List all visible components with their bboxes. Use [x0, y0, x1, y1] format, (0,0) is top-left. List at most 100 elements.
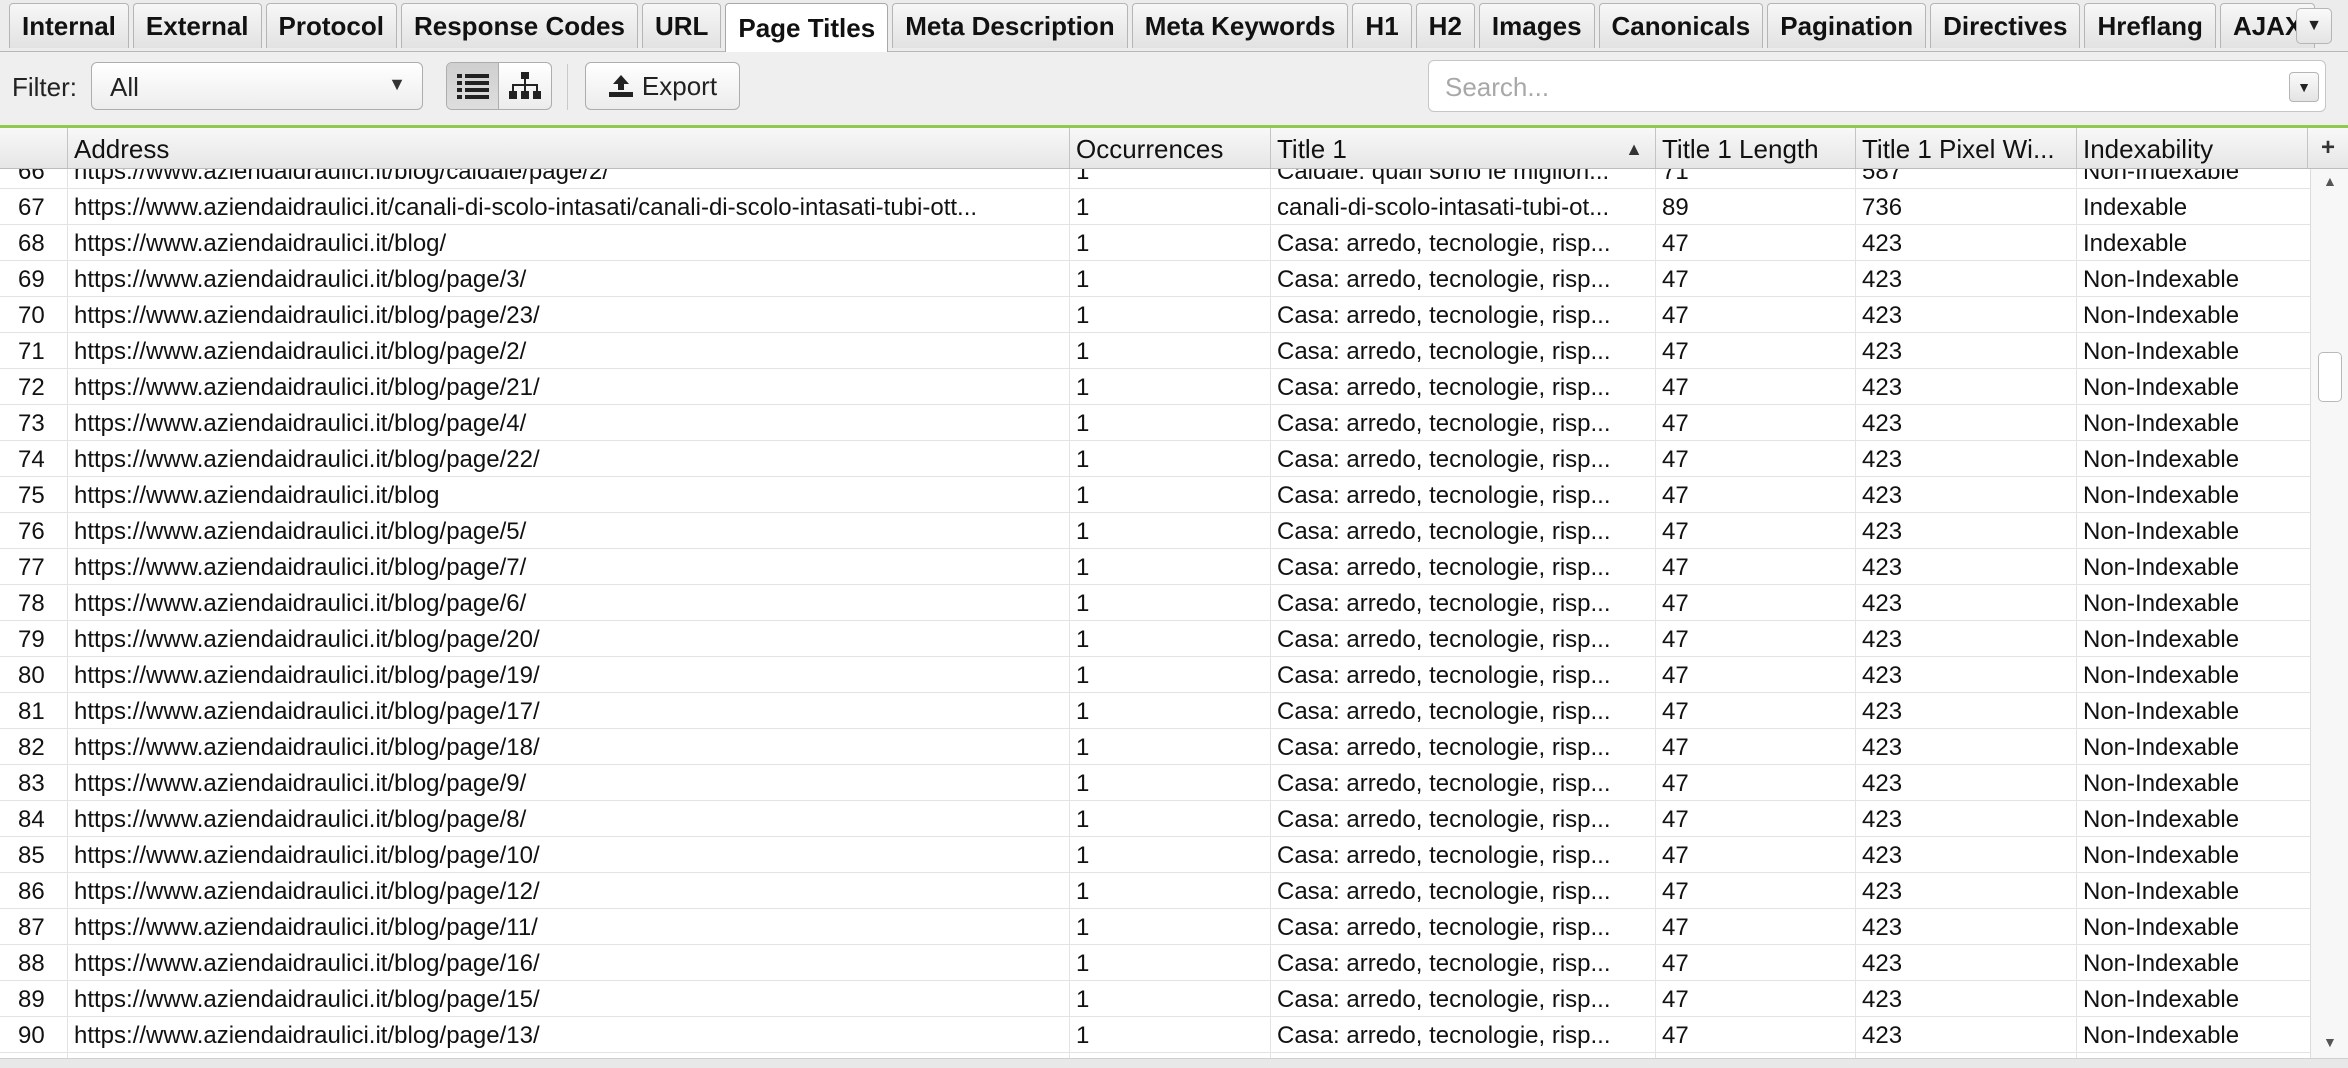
- table-row[interactable]: 87 https://www.aziendaidraulici.it/blog/p…: [0, 909, 2310, 945]
- title-1-length-cell: 47: [1656, 693, 1856, 729]
- address-cell: https://www.aziendaidraulici.it/blog/pag…: [68, 837, 1070, 873]
- indexability-cell: Non-Indexable: [2083, 518, 2240, 545]
- table-row[interactable]: 69 https://www.aziendaidraulici.it/blog/p…: [0, 261, 2310, 297]
- tab-pagination[interactable]: Pagination: [1767, 3, 1927, 48]
- search-input[interactable]: [1443, 69, 2267, 105]
- table-row[interactable]: 66 https://www.aziendaidraulici.it/blog/c…: [0, 169, 2310, 189]
- indexability-cell: Non-Indexable: [2083, 446, 2240, 473]
- table-row[interactable]: 77 https://www.aziendaidraulici.it/blog/p…: [0, 549, 2310, 585]
- table-row[interactable]: 88 https://www.aziendaidraulici.it/blog/p…: [0, 945, 2310, 981]
- search-box: ▼: [1428, 60, 2326, 112]
- column-header-occurrences[interactable]: Occurrences: [1070, 128, 1271, 168]
- indexability-cell: Non-Indexable: [2083, 842, 2240, 869]
- list-view-button[interactable]: [447, 63, 500, 109]
- table-row[interactable]: 85 https://www.aziendaidraulici.it/blog/p…: [0, 837, 2310, 873]
- table-row[interactable]: 84 https://www.aziendaidraulici.it/blog/p…: [0, 801, 2310, 837]
- table-row[interactable]: 74 https://www.aziendaidraulici.it/blog/p…: [0, 441, 2310, 477]
- scroll-up-icon[interactable]: ▲: [2323, 173, 2337, 189]
- column-header-row-number[interactable]: [0, 128, 68, 168]
- table-row[interactable]: 83 https://www.aziendaidraulici.it/blog/p…: [0, 765, 2310, 801]
- tab-external[interactable]: External: [132, 3, 262, 48]
- tab-meta-keywords[interactable]: Meta Keywords: [1131, 3, 1349, 48]
- indexability-cell: Non-Indexable: [2083, 410, 2240, 437]
- address-cell: https://www.aziendaidraulici.it/blog/pag…: [68, 765, 1070, 801]
- search-options-dropdown[interactable]: ▼: [2289, 72, 2319, 102]
- add-column-button[interactable]: +: [2308, 128, 2348, 168]
- row-number-cell: 89: [0, 981, 68, 1017]
- column-header-title-1-length[interactable]: Title 1 Length: [1656, 128, 1856, 168]
- address-cell: https://www.aziendaidraulici.it/blog/pag…: [68, 621, 1070, 657]
- table-row[interactable]: 81 https://www.aziendaidraulici.it/blog/p…: [0, 693, 2310, 729]
- scroll-down-icon[interactable]: ▼: [2323, 1034, 2337, 1050]
- title-1-cell: Casa: arredo, tecnologie, risp...: [1271, 621, 1656, 657]
- export-button[interactable]: Export: [585, 62, 740, 110]
- tab-internal[interactable]: Internal: [9, 3, 129, 48]
- tab-canonicals[interactable]: Canonicals: [1598, 3, 1764, 48]
- title-1-pixel-width-cell: 423: [1856, 333, 2077, 369]
- table-row[interactable]: 76 https://www.aziendaidraulici.it/blog/p…: [0, 513, 2310, 549]
- address-cell: https://www.aziendaidraulici.it/blog/pag…: [68, 657, 1070, 693]
- column-header-title-1[interactable]: Title 1 ▲: [1271, 128, 1656, 168]
- chevron-down-icon: ▼: [388, 74, 406, 94]
- table-row[interactable]: 71 https://www.aziendaidraulici.it/blog/p…: [0, 333, 2310, 369]
- row-number-cell: 74: [0, 441, 68, 477]
- tab-protocol[interactable]: Protocol: [265, 3, 397, 48]
- vertical-scrollbar[interactable]: ▲ ▼: [2310, 169, 2348, 1058]
- tab-overflow-button[interactable]: ▼: [2296, 8, 2332, 44]
- tab-meta-description[interactable]: Meta Description: [892, 3, 1128, 48]
- occurrences-cell: 1: [1070, 657, 1271, 693]
- table-row[interactable]: 90 https://www.aziendaidraulici.it/blog/p…: [0, 1017, 2310, 1053]
- scrollbar-thumb[interactable]: [2318, 352, 2342, 402]
- tab-directives[interactable]: Directives: [1930, 3, 2081, 48]
- column-header-title-1-pixel-width[interactable]: Title 1 Pixel Wi...: [1856, 128, 2077, 168]
- indexability-cell: Non-Indexable: [2083, 554, 2240, 581]
- title-1-length-cell: 47: [1656, 261, 1856, 297]
- table-row[interactable]: 79 https://www.aziendaidraulici.it/blog/p…: [0, 621, 2310, 657]
- table-row[interactable]: 73 https://www.aziendaidraulici.it/blog/p…: [0, 405, 2310, 441]
- tab-response-codes[interactable]: Response Codes: [400, 3, 638, 48]
- row-number-cell: 77: [0, 549, 68, 585]
- title-1-pixel-width-cell: 423: [1856, 405, 2077, 441]
- title-1-length-cell: 47: [1656, 333, 1856, 369]
- table-row[interactable]: 75 https://www.aziendaidraulici.it/blog 1 C…: [0, 477, 2310, 513]
- title-1-cell: canali-di-scolo-intasati-tubi-ot...: [1271, 189, 1656, 225]
- filter-select[interactable]: All ▼: [91, 62, 423, 110]
- title-1-cell: Casa: arredo, tecnologie, risp...: [1271, 657, 1656, 693]
- tab-images[interactable]: Images: [1478, 3, 1595, 48]
- table-row[interactable]: 78 https://www.aziendaidraulici.it/blog/p…: [0, 585, 2310, 621]
- tab-hreflang[interactable]: Hreflang: [2084, 3, 2216, 48]
- indexability-cell: Indexable: [2083, 230, 2188, 257]
- occurrences-cell: 1: [1070, 169, 1271, 189]
- indexability-cell: Non-Indexable: [2083, 338, 2240, 365]
- tab-url[interactable]: URL: [641, 3, 722, 48]
- table-row[interactable]: 70 https://www.aziendaidraulici.it/blog/p…: [0, 297, 2310, 333]
- occurrences-cell: 1: [1070, 333, 1271, 369]
- toolbar-divider: [567, 64, 568, 110]
- indexability-cell: Non-Indexable: [2083, 734, 2240, 761]
- title-1-pixel-width-cell: 423: [1856, 297, 2077, 333]
- tree-view-button[interactable]: [499, 63, 551, 109]
- table-row[interactable]: 82 https://www.aziendaidraulici.it/blog/p…: [0, 729, 2310, 765]
- row-number-cell: 70: [0, 297, 68, 333]
- column-header-address[interactable]: Address: [68, 128, 1070, 168]
- title-1-cell: Casa: arredo, tecnologie, risp...: [1271, 1017, 1656, 1053]
- tab-h1[interactable]: H1: [1352, 3, 1412, 48]
- table-row[interactable]: 86 https://www.aziendaidraulici.it/blog/p…: [0, 873, 2310, 909]
- tab-page-titles[interactable]: Page Titles: [725, 3, 889, 52]
- title-1-cell: Casa: arredo, tecnologie, risp...: [1271, 729, 1656, 765]
- table-row[interactable]: 89 https://www.aziendaidraulici.it/blog/p…: [0, 981, 2310, 1017]
- row-number-cell: 83: [0, 765, 68, 801]
- occurrences-cell: 1: [1070, 297, 1271, 333]
- title-1-cell: Casa: arredo, tecnologie, risp...: [1271, 225, 1656, 261]
- tab-h2[interactable]: H2: [1415, 3, 1475, 48]
- title-1-length-cell: 47: [1656, 729, 1856, 765]
- table-row[interactable]: 80 https://www.aziendaidraulici.it/blog/p…: [0, 657, 2310, 693]
- table-row[interactable]: 68 https://www.aziendaidraulici.it/blog/1…: [0, 225, 2310, 261]
- title-1-cell: Casa: arredo, tecnologie, risp...: [1271, 477, 1656, 513]
- table-row[interactable]: 67 https://www.aziendaidraulici.it/canali…: [0, 189, 2310, 225]
- table-row[interactable]: 72 https://www.aziendaidraulici.it/blog/p…: [0, 369, 2310, 405]
- address-cell: https://www.aziendaidraulici.it/blog/pag…: [68, 261, 1070, 297]
- occurrences-cell: 1: [1070, 513, 1271, 549]
- column-header-indexability[interactable]: Indexability: [2077, 128, 2308, 168]
- address-cell: https://www.aziendaidraulici.it/canali-d…: [68, 189, 1070, 225]
